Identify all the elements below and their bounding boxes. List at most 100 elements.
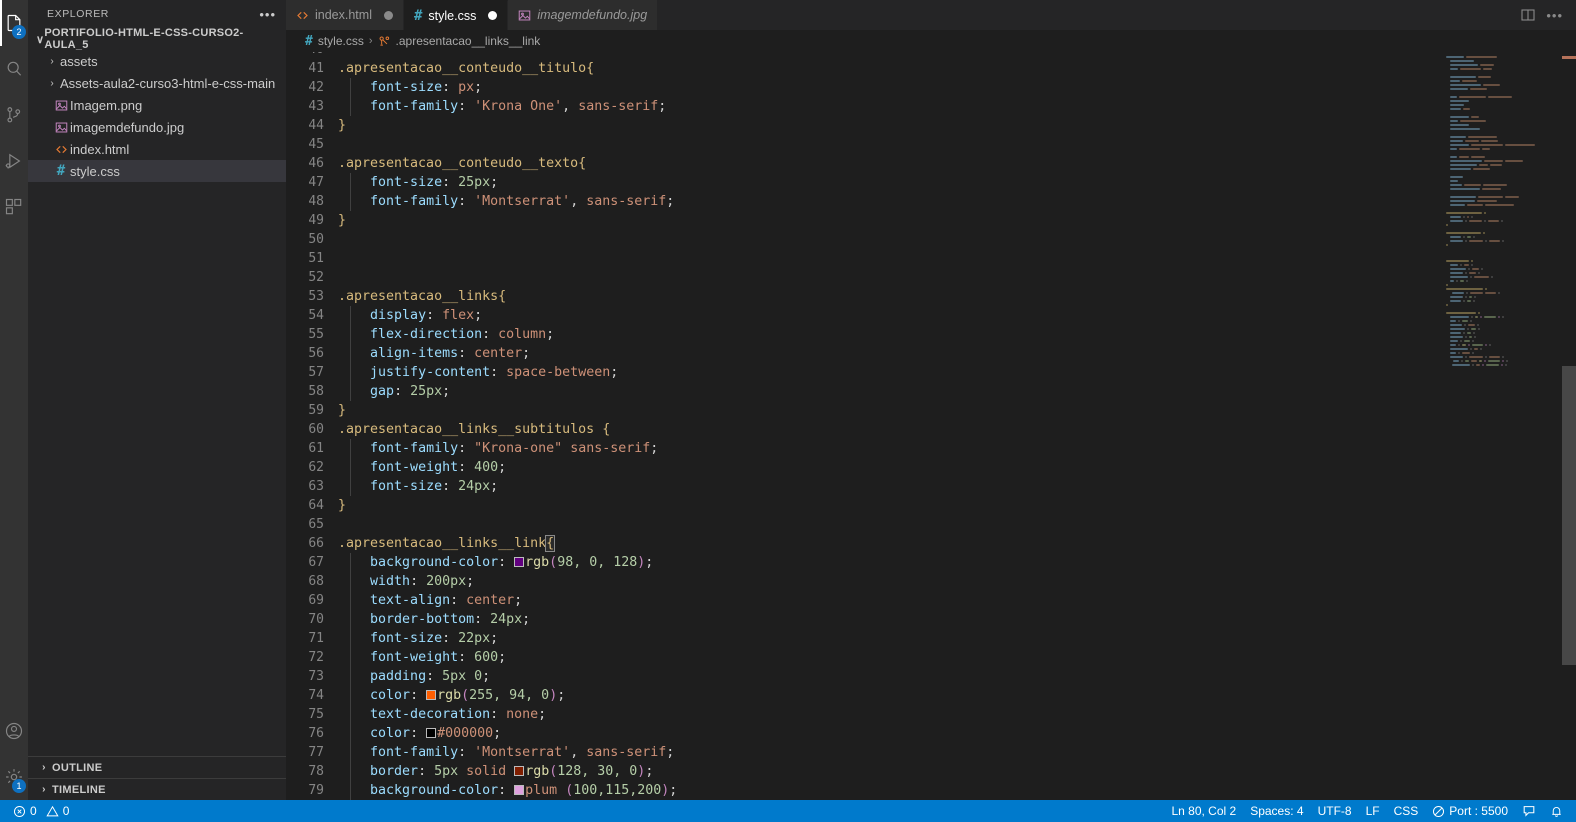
code-line[interactable]: 46 .apresentacao__conteudo__texto{	[286, 154, 1576, 173]
color-swatch[interactable]	[514, 785, 524, 795]
breadcrumb-symbol[interactable]: .apresentacao__links__link	[396, 34, 541, 48]
code-line[interactable]: 60 .apresentacao__links__subtitulos {	[286, 420, 1576, 439]
tree-item-style-css[interactable]: # style.css	[28, 160, 286, 182]
split-editor-icon[interactable]	[1520, 7, 1536, 23]
minimap-line	[1442, 204, 1562, 207]
code-line[interactable]: 65	[286, 515, 1576, 534]
chevron-down-icon[interactable]: ∨	[36, 33, 44, 46]
code-line[interactable]: 74 color: rgb(255, 94, 0);	[286, 686, 1576, 705]
code-line[interactable]: 57 justify-content: space-between;	[286, 363, 1576, 382]
code-token: "Krona-one"	[474, 441, 562, 456]
code-line[interactable]: 49}	[286, 211, 1576, 230]
minimap-segment	[1450, 84, 1481, 86]
code-line[interactable]: 55 flex-direction: column;	[286, 325, 1576, 344]
code-token: :	[498, 783, 514, 798]
code-line[interactable]: 41 .apresentacao__conteudo__titulo{	[286, 59, 1576, 78]
status-encoding[interactable]: UTF-8	[1311, 800, 1359, 822]
code-line[interactable]: 51	[286, 249, 1576, 268]
search-icon	[4, 59, 24, 79]
tree-item-imagemdefundo-jpg[interactable]: imagemdefundo.jpg	[28, 116, 286, 138]
activity-item-manage[interactable]: 1	[0, 754, 28, 800]
code-line[interactable]: 61 font-family: "Krona-one" sans-serif;	[286, 439, 1576, 458]
status-eol[interactable]: LF	[1359, 800, 1387, 822]
activity-item-search[interactable]	[0, 46, 28, 92]
tree-item-index-html[interactable]: index.html	[28, 138, 286, 160]
tab-imagemdefundo-jpg[interactable]: imagemdefundo.jpg	[508, 0, 658, 30]
status-indentation[interactable]: Spaces: 4	[1243, 800, 1310, 822]
status-notifications[interactable]	[1543, 800, 1570, 822]
activity-item-explorer[interactable]: 2	[0, 0, 28, 46]
status-cursor-position[interactable]: Ln 80, Col 2	[1164, 800, 1243, 822]
vertical-scrollbar[interactable]	[1562, 52, 1576, 800]
code-line[interactable]: 76 color: #000000;	[286, 724, 1576, 743]
tab-index-html[interactable]: index.html	[286, 0, 404, 30]
code-line[interactable]: 75 text-decoration: none;	[286, 705, 1576, 724]
tree-item-label: index.html	[70, 142, 129, 157]
tab-style-css[interactable]: # style.css	[404, 0, 508, 30]
tree-item-assets-aula2[interactable]: › Assets-aula2-curso3-html-e-css-main	[28, 72, 286, 94]
status-feedback[interactable]	[1515, 800, 1543, 822]
code-line[interactable]: 50	[286, 230, 1576, 249]
code-token	[557, 783, 565, 798]
activity-item-source-control[interactable]	[0, 92, 28, 138]
color-swatch[interactable]	[514, 557, 524, 567]
minimap-segment	[1474, 348, 1479, 350]
code-line[interactable]: 52	[286, 268, 1576, 287]
code-line[interactable]: 44}	[286, 116, 1576, 135]
code-line[interactable]: 59}	[286, 401, 1576, 420]
code-editor[interactable]: 4041.apresentacao__conteudo__titulo{42 f…	[286, 52, 1576, 800]
dirty-indicator[interactable]	[488, 11, 497, 20]
code-line[interactable]: 77 font-family: 'Montserrat', sans-serif…	[286, 743, 1576, 762]
more-actions-icon[interactable]: •••	[1546, 8, 1563, 23]
code-line[interactable]: 40	[286, 52, 1576, 59]
code-line[interactable]: 67 background-color: rgb(98, 0, 128);	[286, 553, 1576, 572]
activity-item-accounts[interactable]	[0, 708, 28, 754]
code-line[interactable]: 47 font-size: 25px;	[286, 173, 1576, 192]
code-line[interactable]: 72 font-weight: 600;	[286, 648, 1576, 667]
status-live-server[interactable]: Port : 5500	[1425, 800, 1515, 822]
code-line[interactable]: 63 font-size: 24px;	[286, 477, 1576, 496]
dirty-indicator[interactable]	[384, 11, 393, 20]
code-line[interactable]: 48 font-family: 'Montserrat', sans-serif…	[286, 192, 1576, 211]
code-line[interactable]: 56 align-items: center;	[286, 344, 1576, 363]
minimap-segment	[1446, 284, 1448, 286]
panel-timeline[interactable]: › TIMELINE	[28, 778, 286, 800]
code-line-text: background-color: rgb(98, 0, 128);	[338, 553, 653, 572]
code-line[interactable]: 78 border: 5px solid rgb(128, 30, 0);	[286, 762, 1576, 781]
activity-item-run-and-debug[interactable]	[0, 138, 28, 184]
tree-item-imagem-png[interactable]: Imagem.png	[28, 94, 286, 116]
chevron-right-icon[interactable]: ›	[36, 784, 52, 795]
code-line[interactable]: 64}	[286, 496, 1576, 515]
code-line[interactable]: 66 .apresentacao__links__link{	[286, 534, 1576, 553]
minimap[interactable]	[1442, 52, 1562, 800]
code-line[interactable]: 54 display: flex;	[286, 306, 1576, 325]
code-line[interactable]: 62 font-weight: 400;	[286, 458, 1576, 477]
code-line[interactable]: 70 border-bottom: 24px;	[286, 610, 1576, 629]
code-line[interactable]: 79 background-color: plum (100,115,200);	[286, 781, 1576, 800]
panel-outline[interactable]: › OUTLINE	[28, 756, 286, 778]
code-line[interactable]: 73 padding: 5px 0;	[286, 667, 1576, 686]
breadcrumb-file[interactable]: style.css	[318, 34, 364, 48]
status-problems[interactable]: 0 0	[6, 800, 76, 822]
explorer-more-actions-icon[interactable]: •••	[259, 7, 276, 22]
activity-item-extensions[interactable]	[0, 184, 28, 230]
color-swatch[interactable]	[426, 690, 436, 700]
tree-item-assets[interactable]: › assets	[28, 50, 286, 72]
code-line[interactable]: 43 font-family: 'Krona One', sans-serif;	[286, 97, 1576, 116]
scrollbar-thumb[interactable]	[1562, 366, 1576, 665]
chevron-right-icon[interactable]: ›	[44, 56, 60, 67]
status-language-mode[interactable]: CSS	[1387, 800, 1426, 822]
code-line[interactable]: 42 font-size: px;	[286, 78, 1576, 97]
code-line[interactable]: 68 width: 200px;	[286, 572, 1576, 591]
code-line[interactable]: 58 gap: 25px;	[286, 382, 1576, 401]
code-line[interactable]: 53 .apresentacao__links{	[286, 287, 1576, 306]
code-line[interactable]: 45	[286, 135, 1576, 154]
code-line[interactable]: 71 font-size: 22px;	[286, 629, 1576, 648]
color-swatch[interactable]	[426, 728, 436, 738]
code-token: :	[410, 574, 426, 589]
chevron-right-icon[interactable]: ›	[36, 762, 52, 773]
chevron-right-icon[interactable]: ›	[44, 78, 60, 89]
color-swatch[interactable]	[514, 766, 524, 776]
folder-root-row[interactable]: ∨ PORTIFOLIO-HTML-E-CSS-CURSO2-AULA_5	[28, 28, 286, 50]
code-line[interactable]: 69 text-align: center;	[286, 591, 1576, 610]
